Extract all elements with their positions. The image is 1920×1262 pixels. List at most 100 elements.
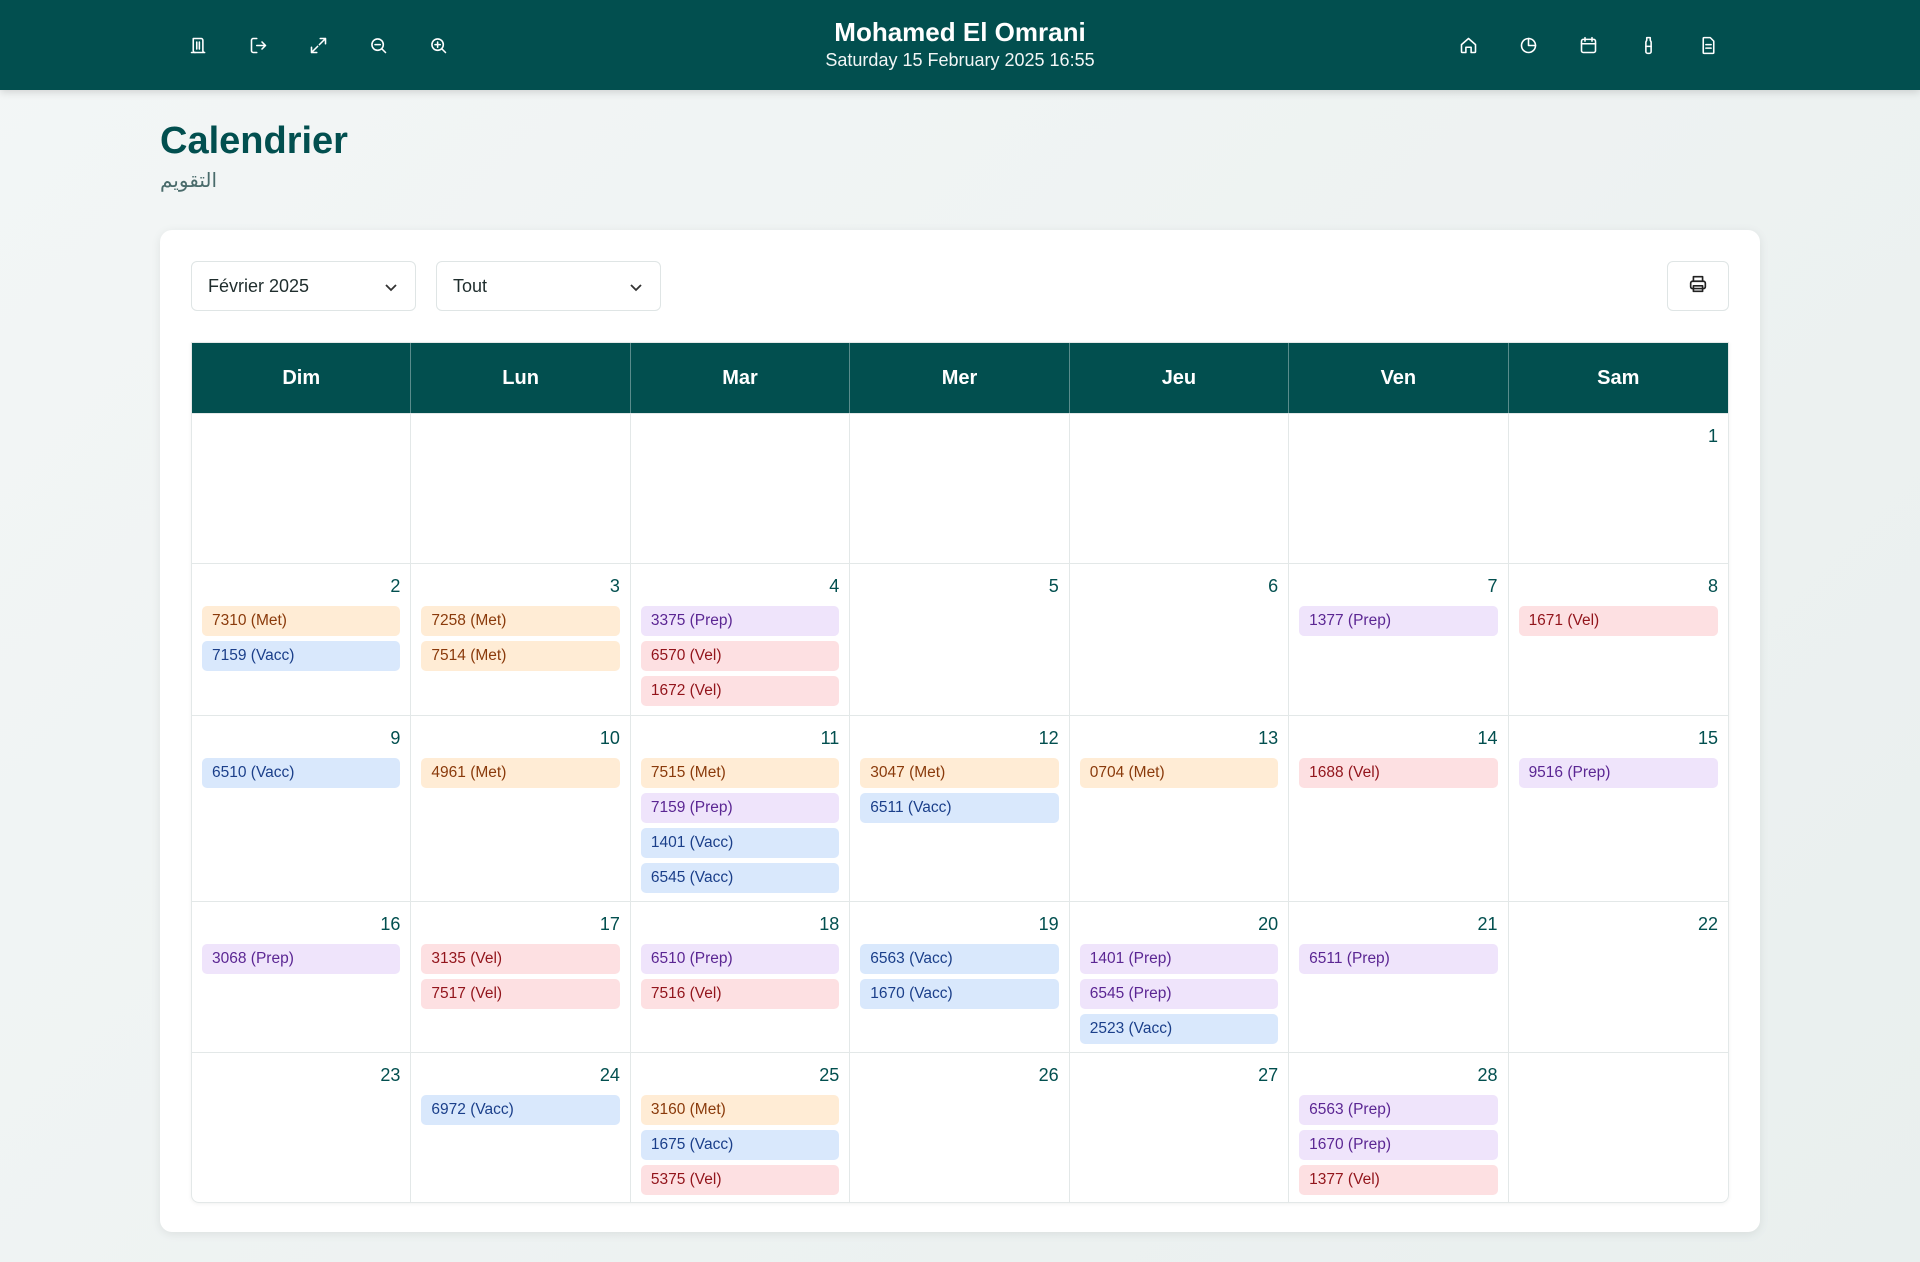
- calendar-event[interactable]: 5375 (Vel): [640, 1165, 840, 1195]
- calendar-event[interactable]: 6545 (Vacc): [640, 863, 840, 893]
- calendar-event[interactable]: 4961 (Met): [421, 758, 620, 788]
- calendar-event[interactable]: 1377 (Prep): [1299, 606, 1498, 636]
- page-title: Calendrier: [160, 120, 348, 162]
- month-select[interactable]: Février 2025: [191, 261, 416, 311]
- calendar-day-cell[interactable]: 14 1688 (Vel): [1289, 716, 1509, 901]
- pie-chart-icon[interactable]: [1510, 27, 1546, 63]
- calendar-day-cell[interactable]: 17 3135 (Vel) 7517 (Vel): [411, 902, 631, 1052]
- calendar-event[interactable]: 3047 (Met): [860, 758, 1059, 788]
- calendar-day-cell[interactable]: [1289, 414, 1509, 563]
- calendar-day-cell[interactable]: 15 9516 (Prep): [1509, 716, 1728, 901]
- calendar-day-cell[interactable]: 13 0704 (Met): [1070, 716, 1290, 901]
- calendar-event[interactable]: 6510 (Vacc): [202, 758, 401, 788]
- calendar-event[interactable]: 6545 (Prep): [1079, 979, 1279, 1009]
- calendar-event[interactable]: 1670 (Vacc): [860, 979, 1059, 1009]
- calendar-event[interactable]: 7515 (Met): [640, 758, 840, 788]
- day-number: 28: [1477, 1065, 1498, 1085]
- calendar-day-cell[interactable]: 18 6510 (Prep) 7516 (Vel): [631, 902, 851, 1052]
- calendar-event[interactable]: 7159 (Vacc): [202, 641, 401, 671]
- calendar-day-cell[interactable]: 10 4961 (Met): [411, 716, 631, 901]
- calendar-event[interactable]: 6510 (Prep): [640, 944, 840, 974]
- calendar-day-cell[interactable]: 20 1401 (Prep) 6545 (Prep) 2523 (Vacc): [1070, 902, 1290, 1052]
- zoom-out-icon[interactable]: [360, 27, 396, 63]
- calendar-day-cell[interactable]: 24 6972 (Vacc): [411, 1053, 631, 1202]
- calendar-event[interactable]: 1401 (Prep): [1079, 944, 1279, 974]
- calendar-day-cell[interactable]: 2 7310 (Met) 7159 (Vacc): [192, 564, 412, 715]
- calendar-event[interactable]: 0704 (Met): [1079, 758, 1279, 788]
- toolbar-right: [1450, 27, 1726, 63]
- home-icon[interactable]: [1450, 27, 1486, 63]
- weekday-header: Dim Lun Mar Mer Jeu Ven Sam: [192, 343, 1728, 413]
- calendar-event[interactable]: 7514 (Met): [421, 641, 620, 671]
- calendar-event[interactable]: 1688 (Vel): [1299, 758, 1498, 788]
- calendar-day-cell[interactable]: 4 3375 (Prep) 6570 (Vel) 1672 (Vel): [631, 564, 851, 715]
- calendar-day-cell[interactable]: 27: [1070, 1053, 1290, 1202]
- calendar-event[interactable]: 7516 (Vel): [640, 979, 840, 1009]
- calendar-day-cell[interactable]: 22: [1509, 902, 1728, 1052]
- calendar-event[interactable]: 1377 (Vel): [1299, 1165, 1498, 1195]
- calendar-event[interactable]: 1671 (Vel): [1518, 606, 1718, 636]
- calendar-day-cell[interactable]: 8 1671 (Vel): [1509, 564, 1728, 715]
- calendar-day-cell[interactable]: [850, 414, 1070, 563]
- calendar-event[interactable]: 6972 (Vacc): [421, 1095, 620, 1125]
- calendar-event[interactable]: 6563 (Vacc): [860, 944, 1059, 974]
- calendar-day-cell[interactable]: 26: [850, 1053, 1070, 1202]
- day-number: 16: [380, 914, 401, 934]
- calendar-day-cell[interactable]: 23: [192, 1053, 412, 1202]
- calendar-event[interactable]: 7517 (Vel): [421, 979, 620, 1009]
- day-number: 21: [1477, 914, 1498, 934]
- calendar-day-cell[interactable]: 7 1377 (Prep): [1289, 564, 1509, 715]
- calendar-event[interactable]: 2523 (Vacc): [1079, 1014, 1279, 1044]
- day-number: 2: [390, 576, 401, 596]
- event-list: 1671 (Vel): [1518, 606, 1718, 636]
- calendar-card: Février 2025 Tout Dim Lun Mar Mer Jeu Ven Sam …: [160, 230, 1760, 1232]
- logout-icon[interactable]: [240, 27, 276, 63]
- calendar-icon[interactable]: [1570, 27, 1606, 63]
- calendar-event[interactable]: 7258 (Met): [421, 606, 620, 636]
- calendar-event[interactable]: 1401 (Vacc): [640, 828, 840, 858]
- calendar-event[interactable]: 7159 (Prep): [640, 793, 840, 823]
- calendar-day-cell[interactable]: 1: [1509, 414, 1728, 563]
- bottle-icon[interactable]: [1630, 27, 1666, 63]
- calendar-event[interactable]: 1672 (Vel): [640, 676, 840, 706]
- calendar-day-cell[interactable]: 9 6510 (Vacc): [192, 716, 412, 901]
- day-number: 17: [599, 914, 620, 934]
- print-button[interactable]: [1667, 261, 1729, 311]
- day-number: 26: [1038, 1065, 1059, 1085]
- calendar-day-cell[interactable]: 21 6511 (Prep): [1289, 902, 1509, 1052]
- calendar-event[interactable]: 3068 (Prep): [202, 944, 401, 974]
- calendar-event[interactable]: 9516 (Prep): [1518, 758, 1718, 788]
- calendar-day-cell[interactable]: 16 3068 (Prep): [192, 902, 412, 1052]
- calendar-day-cell[interactable]: 19 6563 (Vacc) 1670 (Vacc): [850, 902, 1070, 1052]
- fullscreen-icon[interactable]: [300, 27, 336, 63]
- calendar-day-cell[interactable]: 11 7515 (Met) 7159 (Prep) 1401 (Vacc) 6545 (…: [631, 716, 851, 901]
- calendar-day-cell[interactable]: 6: [1070, 564, 1290, 715]
- calendar-day-cell[interactable]: [411, 414, 631, 563]
- day-number: 7: [1487, 576, 1498, 596]
- calendar-event[interactable]: 7310 (Met): [202, 606, 401, 636]
- calendar-day-cell[interactable]: [1070, 414, 1290, 563]
- zoom-in-icon[interactable]: [420, 27, 456, 63]
- library-icon[interactable]: [180, 27, 216, 63]
- calendar-day-cell[interactable]: 28 6563 (Prep) 1670 (Prep) 1377 (Vel): [1289, 1053, 1509, 1202]
- calendar-event[interactable]: 3160 (Met): [640, 1095, 840, 1125]
- calendar-event[interactable]: 3135 (Vel): [421, 944, 620, 974]
- calendar-event[interactable]: 1675 (Vacc): [640, 1130, 840, 1160]
- day-number: 3: [609, 576, 620, 596]
- document-icon[interactable]: [1690, 27, 1726, 63]
- calendar-event[interactable]: 3375 (Prep): [640, 606, 840, 636]
- calendar-day-cell[interactable]: [1509, 1053, 1728, 1202]
- weekday-label: Dim: [192, 343, 412, 413]
- calendar-event[interactable]: 6570 (Vel): [640, 641, 840, 671]
- calendar-day-cell[interactable]: [192, 414, 412, 563]
- calendar-day-cell[interactable]: 5: [850, 564, 1070, 715]
- calendar-event[interactable]: 6511 (Prep): [1299, 944, 1498, 974]
- calendar-day-cell[interactable]: 25 3160 (Met) 1675 (Vacc) 5375 (Vel): [631, 1053, 851, 1202]
- filter-select[interactable]: Tout: [436, 261, 661, 311]
- calendar-event[interactable]: 6563 (Prep): [1299, 1095, 1498, 1125]
- calendar-event[interactable]: 1670 (Prep): [1299, 1130, 1498, 1160]
- calendar-day-cell[interactable]: [631, 414, 851, 563]
- calendar-event[interactable]: 6511 (Vacc): [860, 793, 1059, 823]
- calendar-day-cell[interactable]: 3 7258 (Met) 7514 (Met): [411, 564, 631, 715]
- calendar-day-cell[interactable]: 12 3047 (Met) 6511 (Vacc): [850, 716, 1070, 901]
